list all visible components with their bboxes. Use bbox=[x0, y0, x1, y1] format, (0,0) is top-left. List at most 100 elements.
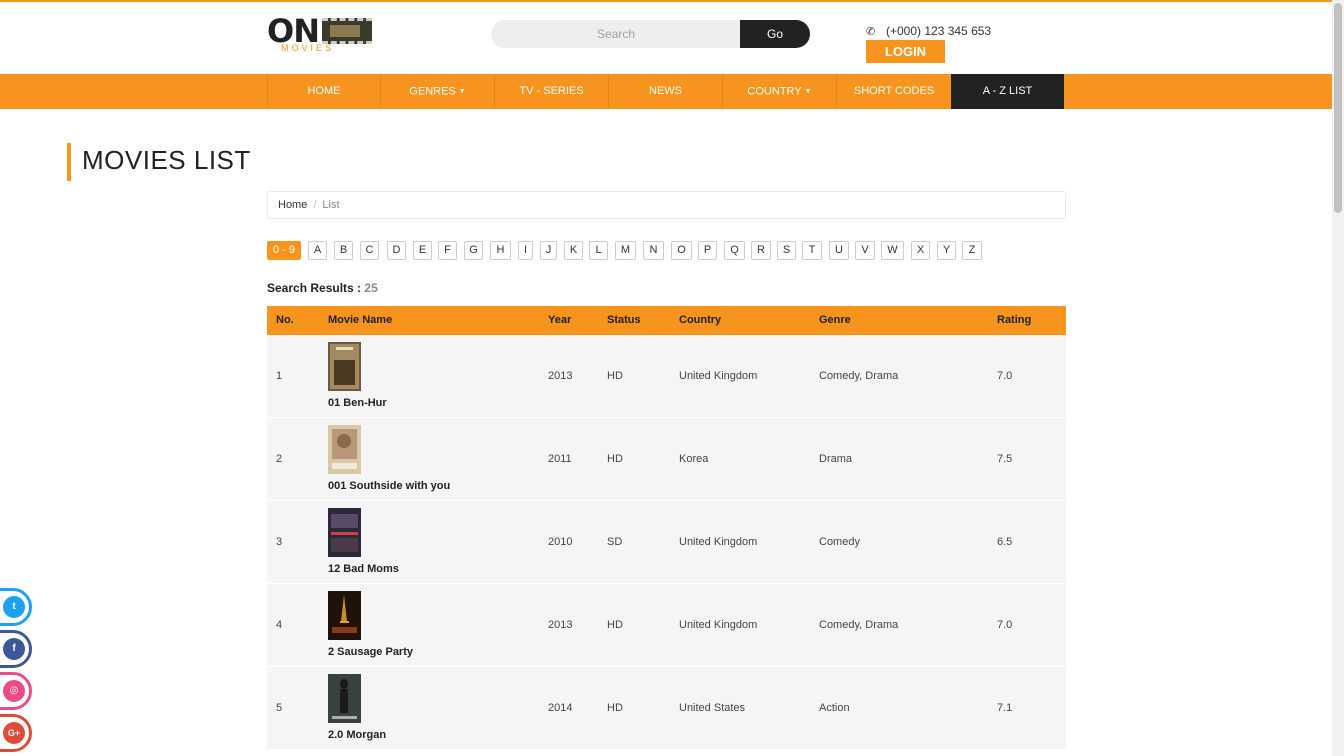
phone-number: (+000) 123 345 653 bbox=[886, 24, 992, 38]
letter-filter-y[interactable]: Y bbox=[937, 241, 956, 260]
cell-genre: Comedy bbox=[819, 536, 860, 548]
letter-filter-d[interactable]: D bbox=[387, 241, 406, 260]
cell-year: 2010 bbox=[548, 536, 573, 548]
nav-genres[interactable]: GENRES ▼ bbox=[380, 74, 494, 109]
facebook-share-button[interactable]: f bbox=[0, 630, 32, 668]
letter-filter-s[interactable]: S bbox=[777, 241, 796, 260]
movie-poster[interactable] bbox=[328, 342, 361, 391]
header-status: Status bbox=[607, 314, 641, 326]
movie-poster[interactable] bbox=[328, 591, 361, 640]
google-plus-share-button[interactable]: G+ bbox=[0, 714, 32, 752]
cell-genre: Action bbox=[819, 702, 850, 714]
letter-filter-t[interactable]: T bbox=[802, 241, 822, 260]
cell-genre: Drama bbox=[819, 453, 853, 465]
cell-year: 2013 bbox=[548, 370, 573, 382]
table-row[interactable]: 5 2.0 Morgan 2014 HD United States Actio… bbox=[267, 667, 1066, 750]
nav-news[interactable]: NEWS bbox=[608, 74, 722, 109]
movie-name-link[interactable]: 01 Ben-Hur bbox=[328, 397, 387, 409]
title-accent-bar bbox=[67, 143, 71, 181]
nav-country-label: COUNTRY bbox=[747, 85, 802, 98]
cell-year: 2013 bbox=[548, 619, 573, 631]
letter-filter-m[interactable]: M bbox=[615, 241, 636, 260]
breadcrumb-current: List bbox=[322, 199, 340, 211]
letter-filter-e[interactable]: E bbox=[413, 241, 432, 260]
letter-filter-q[interactable]: Q bbox=[724, 241, 745, 260]
cell-rating: 7.0 bbox=[997, 370, 1013, 382]
search-go-button[interactable]: Go bbox=[740, 20, 810, 48]
letter-filter-h[interactable]: H bbox=[490, 241, 511, 260]
cell-status: HD bbox=[607, 619, 623, 631]
cell-status: HD bbox=[607, 370, 623, 382]
letter-filter-b[interactable]: B bbox=[334, 241, 353, 260]
scrollbar-thumb[interactable] bbox=[1334, 3, 1342, 213]
letter-filter-a[interactable]: A bbox=[308, 241, 327, 260]
table-row[interactable]: 4 2 Sausage Party 2013 HD United Kingdom… bbox=[267, 584, 1066, 667]
movie-name-link[interactable]: 2.0 Morgan bbox=[328, 729, 386, 741]
search-input[interactable] bbox=[491, 20, 741, 48]
page-scrollbar[interactable] bbox=[1332, 0, 1344, 756]
login-button[interactable]: LOGIN bbox=[866, 40, 945, 63]
letter-filter-w[interactable]: W bbox=[881, 241, 904, 260]
cell-country: United Kingdom bbox=[679, 536, 758, 548]
site-header: ON MOVIES Go ✆ (+000) 123 345 653 LOGIN bbox=[0, 2, 1332, 74]
header-year: Year bbox=[548, 314, 572, 326]
nav-genres-label: GENRES bbox=[409, 85, 456, 98]
search-results-label: Search Results : bbox=[267, 281, 362, 295]
twitter-share-button[interactable]: t bbox=[0, 588, 32, 626]
movie-poster[interactable] bbox=[328, 508, 361, 557]
nav-short-codes[interactable]: SHORT CODES bbox=[836, 74, 951, 109]
search-results-count: 25 bbox=[364, 281, 378, 295]
breadcrumb-home-link[interactable]: Home bbox=[278, 199, 307, 211]
table-row[interactable]: 3 12 Bad Moms 2010 SD United Kingdom Com… bbox=[267, 501, 1066, 584]
letter-filter-k[interactable]: K bbox=[564, 241, 583, 260]
letter-filter-o[interactable]: O bbox=[671, 241, 692, 260]
cell-rating: 7.5 bbox=[997, 453, 1013, 465]
cell-rating: 7.1 bbox=[997, 702, 1013, 714]
cell-genre: Comedy, Drama bbox=[819, 370, 899, 382]
movie-name-link[interactable]: 12 Bad Moms bbox=[328, 563, 399, 575]
site-logo[interactable]: ON MOVIES bbox=[267, 14, 377, 54]
letter-filter-v[interactable]: V bbox=[855, 241, 875, 260]
letter-filter-x[interactable]: X bbox=[911, 241, 930, 260]
header-no: No. bbox=[276, 314, 294, 326]
cell-country: United Kingdom bbox=[679, 370, 758, 382]
movie-poster[interactable] bbox=[328, 425, 361, 474]
letter-filter-r[interactable]: R bbox=[751, 241, 771, 260]
logo-subtext: MOVIES bbox=[281, 43, 335, 53]
letter-filter-j[interactable]: J bbox=[540, 241, 557, 260]
search-results: Search Results : 25 bbox=[267, 281, 378, 295]
header-genre: Genre bbox=[819, 314, 851, 326]
nav-tv-series[interactable]: TV - SERIES bbox=[494, 74, 608, 109]
table-row[interactable]: 1 01 Ben-Hur 2013 HD United Kingdom Come… bbox=[267, 335, 1066, 418]
movie-name-link[interactable]: 2 Sausage Party bbox=[328, 646, 413, 658]
letter-filter-i[interactable]: I bbox=[518, 241, 533, 260]
dribbble-share-button[interactable]: ◎ bbox=[0, 672, 32, 710]
letter-filter-z[interactable]: Z bbox=[962, 241, 982, 260]
nav-country[interactable]: COUNTRY ▼ bbox=[722, 74, 836, 109]
header-movie-name: Movie Name bbox=[328, 314, 393, 326]
nav-home[interactable]: HOME bbox=[267, 74, 380, 109]
letter-filter-f[interactable]: F bbox=[438, 241, 457, 260]
letter-filter-g[interactable]: G bbox=[464, 241, 483, 260]
phone-contact: ✆ (+000) 123 345 653 bbox=[866, 24, 991, 38]
letter-filter-n[interactable]: N bbox=[643, 241, 664, 260]
letter-filter-0-9[interactable]: 0 - 9 bbox=[267, 241, 301, 260]
cell-status: HD bbox=[607, 702, 623, 714]
cell-year: 2014 bbox=[548, 702, 573, 714]
main-nav: HOME GENRES ▼ TV - SERIES NEWS COUNTRY ▼ S… bbox=[0, 74, 1332, 109]
nav-home-label: HOME bbox=[307, 85, 341, 97]
letter-filter-l[interactable]: L bbox=[589, 241, 608, 260]
cell-no: 5 bbox=[276, 702, 283, 714]
letter-filter-c[interactable]: C bbox=[360, 241, 379, 260]
nav-a-z-list[interactable]: A - Z LIST bbox=[951, 74, 1064, 109]
movie-poster[interactable] bbox=[328, 674, 361, 723]
header-rating: Rating bbox=[997, 314, 1032, 326]
phone-icon: ✆ bbox=[866, 26, 876, 38]
letter-filter-p[interactable]: P bbox=[698, 241, 717, 260]
breadcrumb: Home / List bbox=[267, 191, 1066, 219]
twitter-icon: t bbox=[3, 596, 25, 618]
table-row[interactable]: 2 001 Southside with you 2011 HD Korea D… bbox=[267, 418, 1066, 501]
cell-country: United States bbox=[679, 702, 746, 714]
letter-filter-u[interactable]: U bbox=[829, 241, 849, 260]
movie-name-link[interactable]: 001 Southside with you bbox=[328, 480, 450, 492]
